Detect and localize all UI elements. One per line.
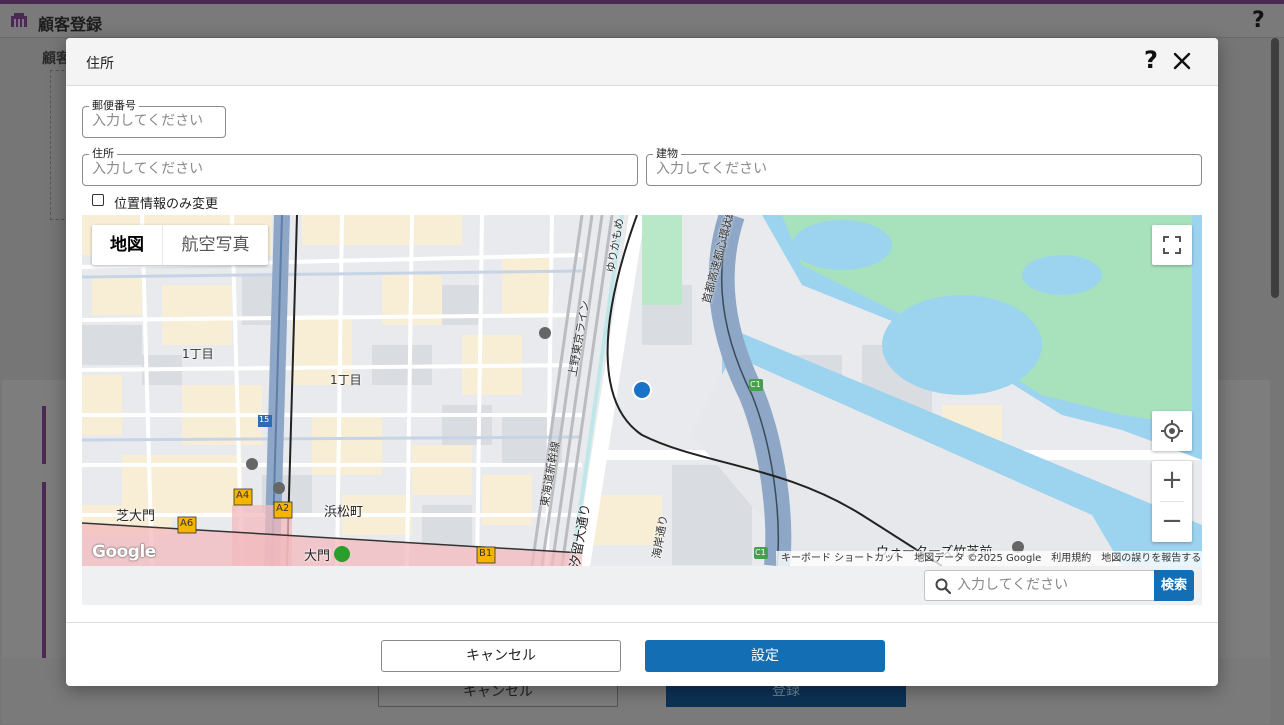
station-exit-badge: A6 (180, 518, 194, 529)
zoom-out-button[interactable]: − (1152, 502, 1192, 542)
location-only-checkbox[interactable] (92, 194, 104, 206)
crosshair-icon (1161, 420, 1183, 442)
dialog-help-button[interactable]: ? (1144, 46, 1168, 76)
fullscreen-icon (1163, 236, 1181, 254)
close-icon[interactable] (1172, 50, 1192, 72)
keyboard-shortcuts-link[interactable]: キーボード ショートカット (776, 553, 909, 564)
map-search-input[interactable] (957, 577, 1147, 593)
map-type-map-button[interactable]: 地図 (92, 225, 162, 265)
building-input[interactable] (656, 161, 1192, 177)
map-attribution: キーボード ショートカット 地図データ ©2025 Google 利用規約 地図の誤り… (776, 551, 1202, 566)
postal-code-label: 郵便番号 (89, 99, 139, 113)
map-type-satellite-button[interactable]: 航空写真 (162, 225, 268, 265)
app-help-button[interactable]: ? (1252, 8, 1265, 33)
report-error-link[interactable]: 地図の誤りを報告する (1096, 553, 1202, 564)
map-label: 芝大門 (116, 509, 156, 524)
section-marker (42, 482, 46, 658)
station-exit-badge: A4 (236, 490, 250, 501)
zoom-in-button[interactable]: + (1152, 461, 1192, 501)
set-button[interactable]: 設定 (645, 640, 885, 672)
map-label: 浜松町 (324, 505, 364, 520)
building-logo-icon (11, 13, 27, 27)
zoom-control: + − (1152, 461, 1192, 542)
building-field: 建物 (646, 147, 1202, 186)
route-shield: C1 (755, 548, 766, 557)
my-location-button[interactable] (1152, 411, 1192, 451)
address-input[interactable] (92, 161, 628, 177)
route-shield: 15 (259, 415, 270, 424)
dialog-header: 住所 ? (66, 38, 1218, 86)
map-search-box (924, 570, 1154, 601)
map-label: 大門 (304, 549, 331, 564)
station-exit-badge: B1 (479, 548, 493, 559)
map-label: 1丁目 (330, 373, 362, 387)
building-label: 建物 (653, 147, 681, 161)
map-graphic (82, 215, 1202, 566)
page-scrollbar[interactable] (1271, 38, 1279, 298)
section-marker (42, 406, 46, 464)
route-shield: C1 (750, 380, 761, 389)
station-exit-badge: A2 (276, 503, 290, 514)
map-label: 1丁目 (182, 347, 214, 361)
location-only-label[interactable]: 位置情報のみ変更 (114, 193, 218, 212)
cancel-button[interactable]: キャンセル (381, 640, 621, 672)
postal-code-input[interactable] (92, 113, 218, 129)
dialog-title: 住所 (86, 56, 114, 72)
search-icon (935, 578, 951, 594)
map-data-credit: 地図データ ©2025 Google (914, 553, 1042, 564)
app-title: 顧客登録 (38, 15, 103, 34)
address-field: 住所 (82, 147, 638, 186)
map-type-control: 地図 航空写真 (92, 225, 268, 265)
address-dialog: 住所 ? 郵便番号 住所 建物 位置情報のみ変更 (66, 38, 1218, 686)
fullscreen-button[interactable] (1152, 225, 1192, 265)
postal-code-field: 郵便番号 (82, 99, 226, 138)
map-canvas[interactable]: 1丁目 1丁目 芝大門 浜松町 大門 ウォーターズ竹芝前 ゆりかもめ 上野東京ラ… (82, 215, 1202, 566)
address-label: 住所 (89, 147, 117, 161)
google-logo: Google (92, 542, 156, 562)
dialog-footer: キャンセル 設定 (66, 622, 1218, 686)
terms-link[interactable]: 利用規約 (1046, 553, 1096, 564)
app-header (0, 4, 1284, 38)
map-panel: 1丁目 1丁目 芝大門 浜松町 大門 ウォーターズ竹芝前 ゆりかもめ 上野東京ラ… (82, 215, 1202, 605)
map-search-button[interactable]: 検索 (1154, 570, 1194, 601)
